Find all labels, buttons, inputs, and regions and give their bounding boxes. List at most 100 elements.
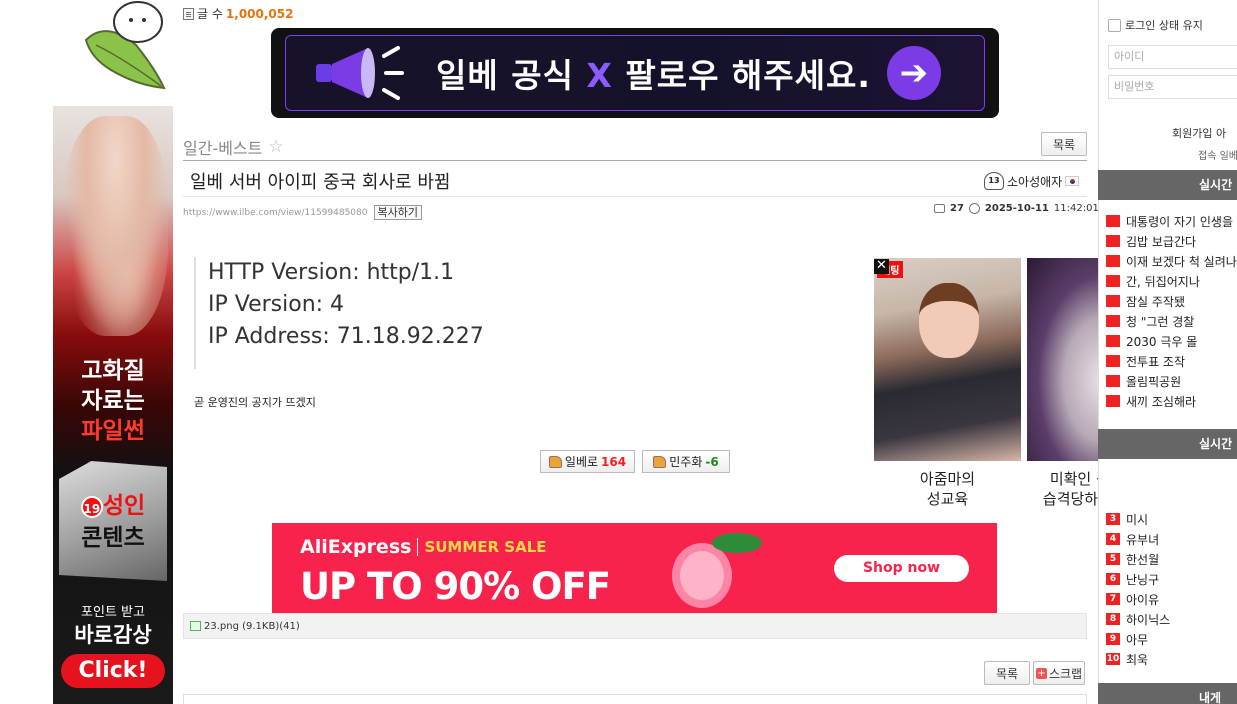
- x-follow-banner[interactable]: 일베 공식 X 팔로우 해주세요. ➔: [271, 28, 999, 118]
- korea-flag-icon: [1065, 176, 1080, 186]
- thumbs-down-icon: [653, 455, 667, 468]
- list-item[interactable]: 간, 뒤집어지나: [1106, 271, 1237, 291]
- level-icon: 13: [984, 172, 1004, 190]
- password-input[interactable]: 비밀번호: [1108, 75, 1237, 99]
- sidebar-border: [1098, 0, 1099, 704]
- list-item[interactable]: 김밥 보급간다: [1106, 231, 1237, 251]
- sidebar-bottom-header: 내게: [1098, 683, 1237, 704]
- ad-headline: 고화질 자료는 파일썬: [81, 358, 145, 444]
- post-time: 11:42:01: [1053, 203, 1099, 214]
- downvote-button[interactable]: 민주화 -6: [642, 450, 730, 473]
- list-button-bottom[interactable]: 목록: [984, 661, 1030, 685]
- keep-login-checkbox[interactable]: 로그인 상태 유지: [1108, 17, 1203, 33]
- plus-icon: +: [1035, 667, 1047, 679]
- list-item[interactable]: 9 아무: [1106, 629, 1170, 649]
- megaphone-icon: [306, 42, 416, 104]
- realtime-header: 실시간: [1098, 170, 1237, 200]
- post-url-row: https://www.ilbe.com/view/11599485080 복사…: [183, 205, 422, 220]
- board-title[interactable]: 일간-베스트 ☆: [183, 135, 284, 159]
- post-count: 글 수 1,000,052: [183, 5, 293, 22]
- copy-url-button[interactable]: 복사하기: [373, 205, 422, 220]
- comment-icon: [934, 204, 945, 213]
- ad-click-button[interactable]: Click!: [61, 654, 165, 688]
- clock-icon: [968, 203, 980, 214]
- quote-block: HTTP Version: http/1.1 IP Version: 4 IP …: [194, 257, 484, 369]
- signup-link[interactable]: 회원가입 아: [1172, 125, 1226, 141]
- image-file-icon: [190, 621, 201, 631]
- board-title-text[interactable]: 일간-베스트: [183, 135, 262, 159]
- mascot-logo: [76, 0, 176, 92]
- id-input[interactable]: 아이디: [1108, 45, 1237, 69]
- list-button-top[interactable]: 목록: [1041, 132, 1087, 156]
- comment-count: 27: [950, 203, 964, 214]
- post-url[interactable]: https://www.ilbe.com/view/11599485080: [183, 208, 368, 218]
- list-item[interactable]: 대통령이 자기 인생을: [1106, 211, 1237, 231]
- scrap-button[interactable]: + 스크랩: [1033, 661, 1085, 685]
- star-icon[interactable]: ☆: [268, 137, 283, 157]
- list-item[interactable]: 4 유부녀: [1106, 529, 1170, 549]
- keep-login-label: 로그인 상태 유지: [1125, 19, 1203, 32]
- list-item[interactable]: 새끼 조심해라: [1106, 391, 1237, 411]
- thumbs-up-icon: [548, 455, 562, 468]
- ali-brand: AliExpress SUMMER SALE: [300, 536, 547, 558]
- list-item[interactable]: 올림픽공원: [1106, 371, 1237, 391]
- list-item[interactable]: 청 "그런 경찰: [1106, 311, 1237, 331]
- list-item[interactable]: 7 아이유: [1106, 589, 1170, 609]
- downvote-label: 민주화: [669, 455, 703, 469]
- divider: [183, 160, 1087, 161]
- post-author[interactable]: 13 소아성애자: [984, 172, 1080, 190]
- age-19-icon: 19: [80, 495, 103, 518]
- downvote-count: -6: [705, 454, 719, 469]
- author-name[interactable]: 소아성애자: [1007, 173, 1062, 190]
- list-item[interactable]: 5 한선월: [1106, 549, 1170, 569]
- list-item[interactable]: 이재 보겠다 척 실려나: [1106, 251, 1237, 271]
- popup-ad-caption-1[interactable]: 아줌마의 성교육: [874, 469, 1021, 509]
- right-sidebar: 로그인 상태 유지 아이디 비밀번호 회원가입 아 접속 일베 실시간 대통령이…: [1098, 0, 1237, 704]
- post-title: 일베 서버 아이피 중국 회사로 바뀜: [190, 172, 451, 193]
- scrap-label: 스크랩: [1048, 666, 1083, 681]
- quote-line: IP Address: 71.18.92.227: [208, 324, 484, 349]
- list-item[interactable]: 3 미시: [1106, 509, 1170, 529]
- list-item[interactable]: 10 최욱: [1106, 649, 1170, 669]
- arrow-right-icon: ➔: [886, 46, 941, 100]
- upvote-label: 일베로: [564, 455, 599, 469]
- quote-line: HTTP Version: http/1.1: [208, 260, 455, 285]
- list-item[interactable]: 2030 극우 몰: [1106, 331, 1237, 351]
- post-count-label: 글 수: [197, 7, 223, 21]
- popup-ad-image-1[interactable]: 채팅: [874, 258, 1021, 461]
- close-icon[interactable]: ✕: [874, 259, 889, 274]
- quote-line: IP Version: 4: [208, 292, 345, 317]
- attachment-link[interactable]: 23.png (9.1KB)(41): [204, 621, 300, 632]
- post-date: 2025-10-11: [984, 203, 1049, 214]
- upvote-count: 164: [601, 454, 627, 469]
- attachment-row[interactable]: 23.png (9.1KB)(41): [183, 613, 1087, 639]
- upvote-button[interactable]: 일베로 164: [540, 450, 635, 473]
- access-info: 접속 일베: [1198, 151, 1237, 162]
- realtime-search-header: 실시간: [1098, 429, 1237, 459]
- shop-now-button[interactable]: Shop now: [834, 555, 969, 582]
- ad-face: [919, 283, 979, 358]
- aliexpress-banner[interactable]: AliExpress SUMMER SALE UP TO 90% OFF Sho…: [272, 523, 997, 613]
- realtime-list: 대통령이 자기 인생을 김밥 보급간다 이재 보겠다 척 실려나 간, 뒤집어지…: [1106, 211, 1237, 411]
- banner-text: 일베 공식 X 팔로우 해주세요.: [436, 56, 871, 95]
- document-icon: [183, 7, 194, 20]
- ad-sub1: 포인트 받고: [81, 605, 145, 620]
- list-item[interactable]: 잠실 주작됐: [1106, 291, 1237, 311]
- ad-image: [63, 116, 168, 336]
- checkbox-icon[interactable]: [1108, 18, 1121, 32]
- list-item[interactable]: 8 하이닉스: [1106, 609, 1170, 629]
- flamingo-float-icon: [672, 543, 732, 608]
- divider: [183, 196, 1087, 197]
- list-item[interactable]: 전투표 조작: [1106, 351, 1237, 371]
- ali-headline: UP TO 90% OFF: [300, 565, 611, 608]
- post-count-value: 1,000,052: [225, 6, 294, 21]
- palm-tree-icon: [712, 533, 762, 553]
- comment-area: [183, 694, 1087, 704]
- left-side-ad[interactable]: 고화질 자료는 파일썬 19 성인 콘텐츠 포인트 받고 바로감상 Click!: [53, 106, 173, 704]
- list-item[interactable]: 6 난닝구: [1106, 569, 1170, 589]
- post-meta: 27 2025-10-11 11:42:01: [934, 203, 1099, 214]
- realtime-search-list: 3 미시 4 유부녀 5 한선월 6 난닝구 7 아이유 8 하이닉스 9 아무 10 최욱: [1106, 509, 1170, 669]
- ad-badge-text: 19 성인 콘텐츠: [80, 493, 146, 551]
- ad-sub2: 바로감상: [74, 623, 152, 647]
- post-body: 곧 운영진의 공지가 뜨겠지: [194, 396, 316, 409]
